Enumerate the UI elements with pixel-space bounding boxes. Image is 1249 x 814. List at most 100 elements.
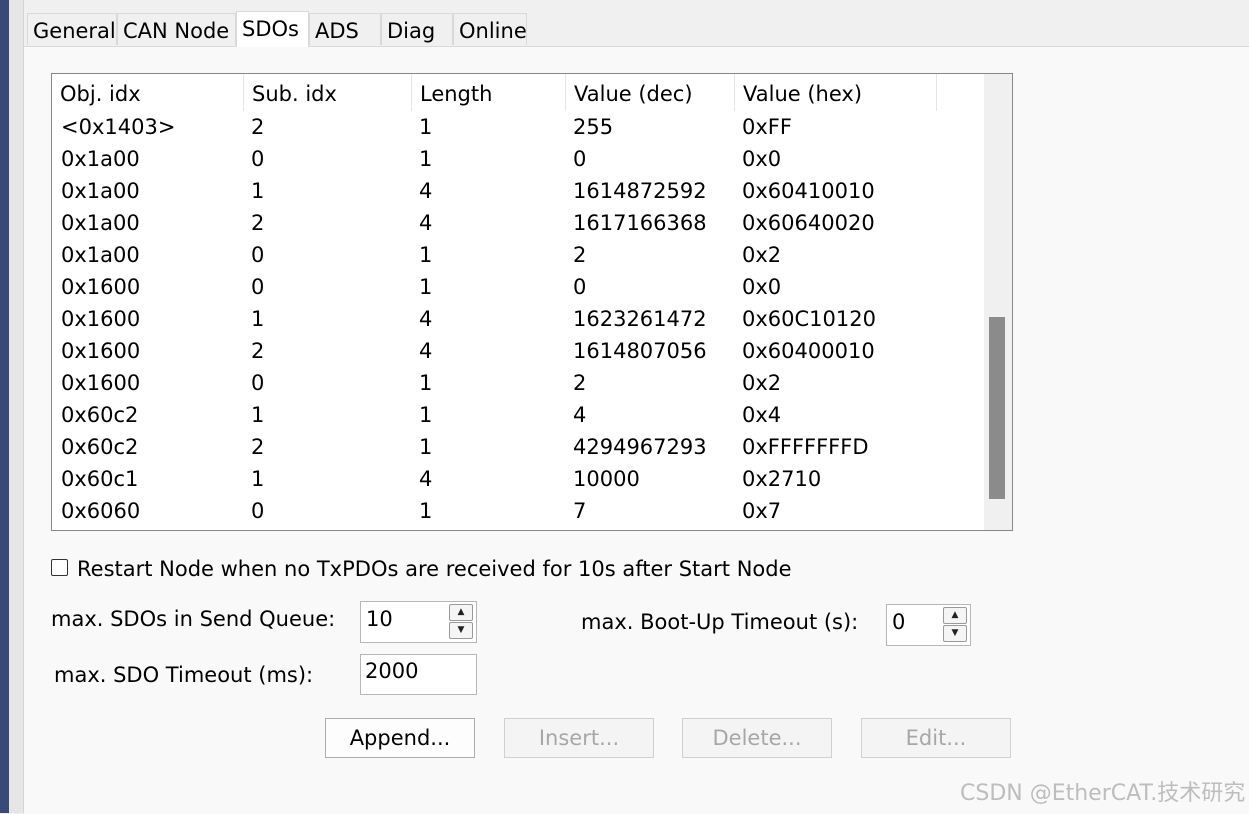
value-dec-cell: 10000 — [573, 467, 640, 491]
sub-idx-cell: 2 — [251, 339, 265, 363]
table-row[interactable]: 0x1a00 0 1 0 0x0 — [52, 143, 984, 175]
restart-node-checkbox[interactable] — [51, 559, 68, 576]
window-left-edge — [0, 0, 9, 813]
column-header-length[interactable]: Length — [412, 74, 566, 111]
obj-idx-cell: 0x60c1 — [61, 467, 139, 491]
table-row[interactable]: 0x1a00 0 1 2 0x2 — [52, 239, 984, 271]
value-dec-cell: 2 — [573, 243, 587, 267]
table-row[interactable]: <0x1403> 2 1 255 0xFF — [52, 111, 984, 143]
obj-idx-cell: 0x1a00 — [61, 243, 140, 267]
sub-idx-cell: 0 — [251, 371, 265, 395]
max-sdo-timeout-value: 2000 — [365, 659, 419, 683]
table-row[interactable]: 0x60c1 1 4 10000 0x2710 — [52, 463, 984, 495]
value-dec-cell: 1617166368 — [573, 211, 707, 235]
value-hex-cell: 0x2 — [742, 243, 782, 267]
tab-online[interactable]: Online — [453, 13, 527, 45]
value-dec-cell: 0 — [573, 147, 587, 171]
max-bootup-down-button[interactable]: ▼ — [943, 625, 967, 642]
obj-idx-cell: 0x1a00 — [61, 147, 140, 171]
length-cell: 4 — [419, 339, 433, 363]
tab-can-node[interactable]: CAN Node — [117, 13, 236, 45]
length-cell: 1 — [419, 147, 433, 171]
sub-idx-cell: 0 — [251, 499, 265, 523]
length-cell: 1 — [419, 275, 433, 299]
obj-idx-cell: 0x1600 — [61, 275, 141, 299]
value-hex-cell: 0x60640020 — [742, 211, 875, 235]
max-sdos-label: max. SDOs in Send Queue: — [51, 607, 336, 631]
table-row[interactable]: 0x1a00 2 4 1617166368 0x60640020 — [52, 207, 984, 239]
value-dec-cell: 7 — [573, 499, 587, 523]
value-dec-cell: 0 — [573, 275, 587, 299]
watermark: CSDN @EtherCAT.技术研究 — [960, 781, 1246, 806]
max-bootup-stepper[interactable]: 0 ▲ ▼ — [886, 604, 971, 646]
length-cell: 4 — [419, 211, 433, 235]
tab-general[interactable]: General — [27, 13, 117, 45]
length-cell: 1 — [419, 499, 433, 523]
table-row[interactable]: 0x1a00 1 4 1614872592 0x60410010 — [52, 175, 984, 207]
max-bootup-value: 0 — [892, 610, 906, 634]
value-hex-cell: 0xFFFFFFFD — [742, 435, 869, 459]
value-hex-cell: 0x4 — [742, 403, 782, 427]
max-sdos-value: 10 — [366, 607, 393, 631]
table-row[interactable]: 0x1600 2 4 1614807056 0x60400010 — [52, 335, 984, 367]
restart-node-label: Restart Node when no TxPDOs are received… — [77, 557, 792, 581]
length-cell: 1 — [419, 435, 433, 459]
tab-diag[interactable]: Diag — [381, 13, 453, 45]
obj-idx-cell: <0x1403> — [61, 115, 176, 139]
max-bootup-up-button[interactable]: ▲ — [943, 607, 967, 624]
length-cell: 4 — [419, 467, 433, 491]
value-hex-cell: 0x60C10120 — [742, 307, 876, 331]
value-hex-cell: 0xFF — [742, 115, 792, 139]
obj-idx-cell: 0x1600 — [61, 339, 141, 363]
value-dec-cell: 1614807056 — [573, 339, 707, 363]
max-sdos-down-button[interactable]: ▼ — [449, 622, 473, 639]
obj-idx-cell: 0x1a00 — [61, 211, 140, 235]
max-sdo-timeout-label: max. SDO Timeout (ms): — [54, 663, 314, 687]
sub-idx-cell: 1 — [251, 307, 265, 331]
column-header-sub-idx[interactable]: Sub. idx — [244, 74, 412, 111]
table-row[interactable]: 0x1600 1 4 1623261472 0x60C10120 — [52, 303, 984, 335]
sub-idx-cell: 1 — [251, 403, 265, 427]
window-left-gutter — [9, 0, 24, 813]
obj-idx-cell: 0x6060 — [61, 499, 141, 523]
length-cell: 1 — [419, 243, 433, 267]
value-hex-cell: 0x0 — [742, 147, 782, 171]
sub-idx-cell: 1 — [251, 179, 265, 203]
tab-ads[interactable]: ADS — [309, 13, 381, 45]
value-hex-cell: 0x60400010 — [742, 339, 875, 363]
value-dec-cell: 255 — [573, 115, 614, 139]
table-row[interactable]: 0x1600 0 1 2 0x2 — [52, 367, 984, 399]
sub-idx-cell: 2 — [251, 211, 265, 235]
sub-idx-cell: 0 — [251, 243, 265, 267]
tab-sdos[interactable]: SDOs — [236, 11, 309, 47]
value-dec-cell: 1614872592 — [573, 179, 707, 203]
sdo-list[interactable]: Obj. idx Sub. idx Length Value (dec) Val… — [51, 73, 1013, 531]
max-sdos-up-button[interactable]: ▲ — [449, 604, 473, 621]
table-row[interactable]: 0x6060 0 1 7 0x7 — [52, 495, 984, 527]
length-cell: 4 — [419, 307, 433, 331]
column-header-value-dec[interactable]: Value (dec) — [566, 74, 735, 111]
length-cell: 4 — [419, 179, 433, 203]
obj-idx-cell: 0x1600 — [61, 307, 141, 331]
column-header-value-hex[interactable]: Value (hex) — [735, 74, 937, 111]
edit-button[interactable]: Edit... — [861, 718, 1011, 758]
value-hex-cell: 0x2710 — [742, 467, 822, 491]
sub-idx-cell: 2 — [251, 115, 265, 139]
value-dec-cell: 2 — [573, 371, 587, 395]
value-hex-cell: 0x7 — [742, 499, 782, 523]
scrollbar-thumb[interactable] — [989, 317, 1005, 499]
column-header-obj-idx[interactable]: Obj. idx — [52, 74, 244, 111]
table-row[interactable]: 0x1600 0 1 0 0x0 — [52, 271, 984, 303]
append-button[interactable]: Append... — [325, 718, 475, 758]
obj-idx-cell: 0x60c2 — [61, 435, 139, 459]
length-cell: 1 — [419, 403, 433, 427]
sub-idx-cell: 2 — [251, 435, 265, 459]
delete-button[interactable]: Delete... — [682, 718, 832, 758]
max-sdo-timeout-input[interactable]: 2000 — [360, 654, 477, 695]
obj-idx-cell: 0x60c2 — [61, 403, 139, 427]
table-row[interactable]: 0x60c2 1 1 4 0x4 — [52, 399, 984, 431]
insert-button[interactable]: Insert... — [504, 718, 654, 758]
max-sdos-stepper[interactable]: 10 ▲ ▼ — [360, 601, 477, 643]
value-hex-cell: 0x60410010 — [742, 179, 875, 203]
table-row[interactable]: 0x60c2 2 1 4294967293 0xFFFFFFFD — [52, 431, 984, 463]
